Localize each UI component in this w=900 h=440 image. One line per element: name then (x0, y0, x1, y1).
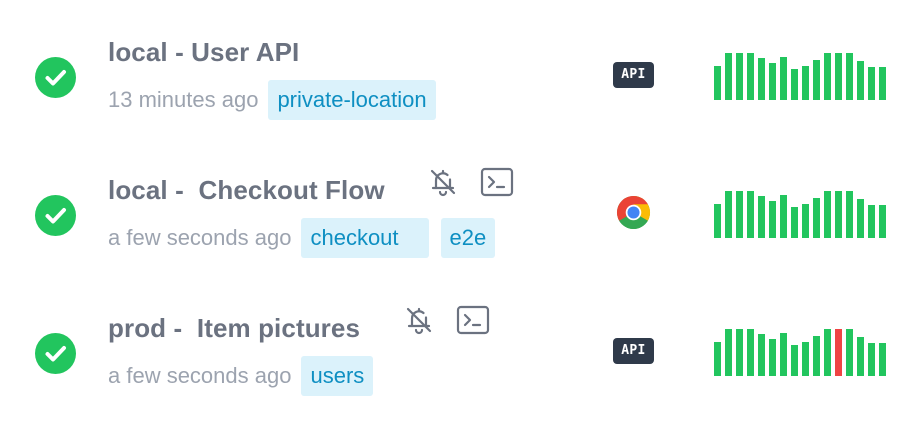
result-bar[interactable] (857, 337, 864, 376)
check-title[interactable]: local - Checkout Flow (108, 172, 385, 208)
result-bar[interactable] (714, 204, 721, 238)
check-title[interactable]: prod - Item pictures (108, 310, 360, 346)
result-bar[interactable] (725, 329, 732, 376)
result-bar[interactable] (780, 333, 787, 376)
result-bar[interactable] (736, 329, 743, 376)
result-bar[interactable] (791, 69, 798, 100)
result-bar[interactable] (802, 204, 809, 238)
result-bar[interactable] (868, 343, 875, 376)
result-bar[interactable] (824, 329, 831, 376)
check-name[interactable]: local - Checkout Flow (108, 175, 385, 206)
result-bar[interactable] (725, 53, 732, 100)
check-row[interactable]: local - User API 13 minutes ago private-… (0, 10, 900, 140)
check-row[interactable]: prod - Item pictures a few seconds ago u… (0, 286, 900, 416)
tag[interactable]: private-location (268, 80, 436, 120)
check-circle-icon (35, 57, 76, 98)
check-row[interactable]: local - Checkout Flow a few seconds ago … (0, 148, 900, 278)
result-bar[interactable] (824, 53, 831, 100)
result-bar[interactable] (747, 191, 754, 238)
result-bar[interactable] (868, 205, 875, 238)
result-bar[interactable] (879, 343, 886, 376)
result-bar[interactable] (802, 342, 809, 376)
result-bar[interactable] (846, 329, 853, 376)
last-run-time: a few seconds ago (108, 225, 292, 250)
result-bar[interactable] (857, 61, 864, 100)
result-bar[interactable] (736, 191, 743, 238)
chrome-icon (616, 195, 651, 230)
result-bar[interactable] (835, 329, 842, 376)
result-bar[interactable] (824, 191, 831, 238)
results-sparkline[interactable] (713, 148, 893, 278)
result-bar[interactable] (758, 58, 765, 100)
result-bar[interactable] (725, 191, 732, 238)
result-bar[interactable] (835, 191, 842, 238)
results-sparkline[interactable] (713, 286, 893, 416)
result-bar[interactable] (813, 60, 820, 100)
result-bar[interactable] (813, 336, 820, 376)
terminal-icon[interactable] (455, 302, 491, 338)
tag[interactable]: e2e (440, 218, 496, 258)
check-title[interactable]: local - User API (108, 34, 299, 70)
result-bar[interactable] (714, 66, 721, 100)
result-bar[interactable] (747, 329, 754, 376)
result-bar[interactable] (758, 196, 765, 238)
api-check-badge: API (613, 338, 654, 364)
api-check-badge: API (613, 62, 654, 88)
results-sparkline[interactable] (713, 10, 893, 140)
result-bar[interactable] (769, 63, 776, 100)
last-run-time: 13 minutes ago (108, 87, 259, 112)
result-bar[interactable] (791, 345, 798, 376)
check-meta: a few seconds ago checkout e2e (108, 218, 496, 258)
result-bar[interactable] (780, 57, 787, 100)
result-bar[interactable] (813, 198, 820, 238)
check-name[interactable]: local - User API (108, 37, 299, 68)
result-bar[interactable] (846, 53, 853, 100)
result-bar[interactable] (879, 205, 886, 238)
tag[interactable]: users (301, 356, 374, 396)
result-bar[interactable] (879, 67, 886, 100)
bell-off-icon[interactable] (401, 302, 437, 338)
bell-off-icon[interactable] (425, 164, 461, 200)
terminal-icon[interactable] (479, 164, 515, 200)
result-bar[interactable] (747, 53, 754, 100)
result-bar[interactable] (791, 207, 798, 238)
result-bar[interactable] (846, 191, 853, 238)
result-bar[interactable] (857, 199, 864, 238)
result-bar[interactable] (769, 339, 776, 376)
result-bar[interactable] (868, 67, 875, 100)
check-meta: a few seconds ago users (108, 356, 374, 396)
result-bar[interactable] (769, 201, 776, 238)
result-bar[interactable] (758, 334, 765, 376)
result-bar[interactable] (714, 342, 721, 376)
check-name[interactable]: prod - Item pictures (108, 313, 360, 344)
result-bar[interactable] (835, 53, 842, 100)
result-bar[interactable] (780, 195, 787, 238)
result-bar[interactable] (802, 66, 809, 100)
tag[interactable]: checkout (301, 218, 429, 258)
check-circle-icon (35, 333, 76, 374)
result-bar[interactable] (736, 53, 743, 100)
last-run-time: a few seconds ago (108, 363, 292, 388)
check-meta: 13 minutes ago private-location (108, 80, 436, 120)
check-circle-icon (35, 195, 76, 236)
